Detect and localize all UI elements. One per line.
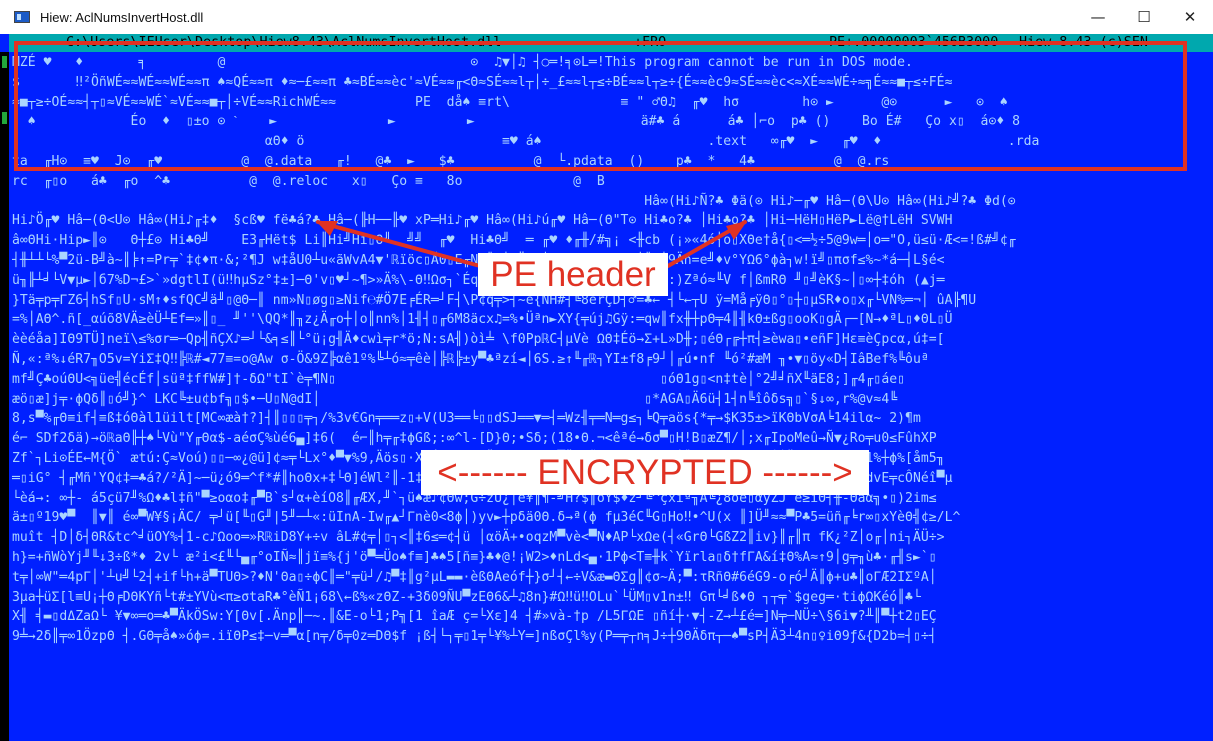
hex-line[interactable]: mf╝Ç♣oúΘU<╗üe╣écÉf│süª‡ffW#]†-δΩ"tI`è╤¶N… [12,370,1212,390]
hex-line[interactable]: muît ┤D│δ┤ΘR&tc^╛üOY%┤1-c♪Ωoo═»RℝiD8Y+÷v… [12,528,1212,548]
hiew-app-icon [14,11,30,23]
pe-header-label: PE header [478,253,668,296]
window-controls: — ☐ ✕ [1075,0,1213,34]
hex-line[interactable]: 8,s▀%╓Θ≡if┤≡ß‡óΘàl1üilt[MC∞æà†?]┤║▯▯▯╤┐/… [12,409,1212,429]
hex-line[interactable]: Hi♪Ö╓♥ Hâ─(Θ<U⊙ Hâ∞(Hi♪╓‡♦ §cß♥ fë♣á?♣ H… [12,211,1212,231]
hex-line[interactable]: 3µa┼üΣ[l≡U¡┼Θ╒DΘKYñ└t#±YVù<π≥σtaR♣°èÑ1¡6… [12,588,1212,608]
maximize-button[interactable]: ☐ [1121,0,1167,34]
hex-line[interactable]: Hâ∞(Hi♪Ñ?♣ Φä(⊙ Hi♪─╓♥ Hâ─(Θ\U⊙ Hâ∞(Hi♪╝… [12,192,1212,212]
hex-line[interactable]: æö▯æ]j╤·ϕQδ║▯ó╝}^ LKC╚±u¢bf╗▯$•─U▯N@dI│ … [12,390,1212,410]
title-bar[interactable]: Hiew: AclNumsInvertHost.dll — ☐ ✕ [0,0,1213,34]
window-title: Hiew: AclNumsInvertHost.dll [40,9,204,25]
hex-line[interactable]: Ñ,«:ª%↓éR7╖O5v=YiΣ‡Q‼╠ℝ#◄77≡=o@Aw σ-Ö&9Z… [12,350,1212,370]
hex-line[interactable]: h}=+ñWòYj╜╙↓3÷ß*♦ 2v└ æ²i<£╙└▄╓°oIÑ≈║jï≡… [12,548,1212,568]
hex-line[interactable]: é⌐ SDf2δä)→öℝaΘ╟┼♠└Vù"Y╓Θα$-aéσÇ%ùé6▄]‡6… [12,429,1212,449]
close-button[interactable]: ✕ [1167,0,1213,34]
pe-header-highlight-box [14,41,1187,171]
hex-line[interactable]: X╢ ╡▬▯dΔZaΩ└ ¥▼∞═o═♣▀ÄkÖSw:Y[Θv[.Änp║─~.… [12,607,1212,627]
hex-line[interactable]: ä±▯º19♥▀ ║▼║ é∞▀W¥§¡ÄC/ ╤┘ü[╙▯G╜|5╜─┴«:ü… [12,508,1212,528]
minimize-button[interactable]: — [1075,0,1121,34]
encrypted-label: <------ ENCRYPTED ------> [421,450,869,495]
hex-line[interactable]: t╤│∞W"═4pΓ│'┴u╝└2┤+if└h+ä▀TUΘ>?♦N'Θa▯÷ϕC… [12,568,1212,588]
hex-line[interactable]: rc ╓▯o á♣ ╓o ^♣ @ @.reloc x▯ Ço ≡ 8o @ B [12,172,1212,192]
left-margin-strip [0,52,9,741]
hex-line[interactable]: â∞ΘHi·Hip►║⊙ Θ┼£⊙ Hi♣Θ╝ E3╓Hët$ Li║Hi╝Hi… [12,231,1212,251]
hex-line[interactable]: èèéåa]IΘ9TÜ]neï\≤%σr═─Qp╢ñÇX♪═┘└&╕≤║└°ü¡… [12,330,1212,350]
hex-line[interactable]: 9╧→2δ║╤∞1ÖzpΘ ┤.GΘ╤å♠»óϕ=.iïΘP≤‡─v═▀α[n╤… [12,627,1212,647]
hex-line[interactable]: =%│AΘ^.ñ[_αúõ8VÄ≥èÜ┴Ef═»║▯_ ╜''\QQ*║╖z¿Ä… [12,310,1212,330]
